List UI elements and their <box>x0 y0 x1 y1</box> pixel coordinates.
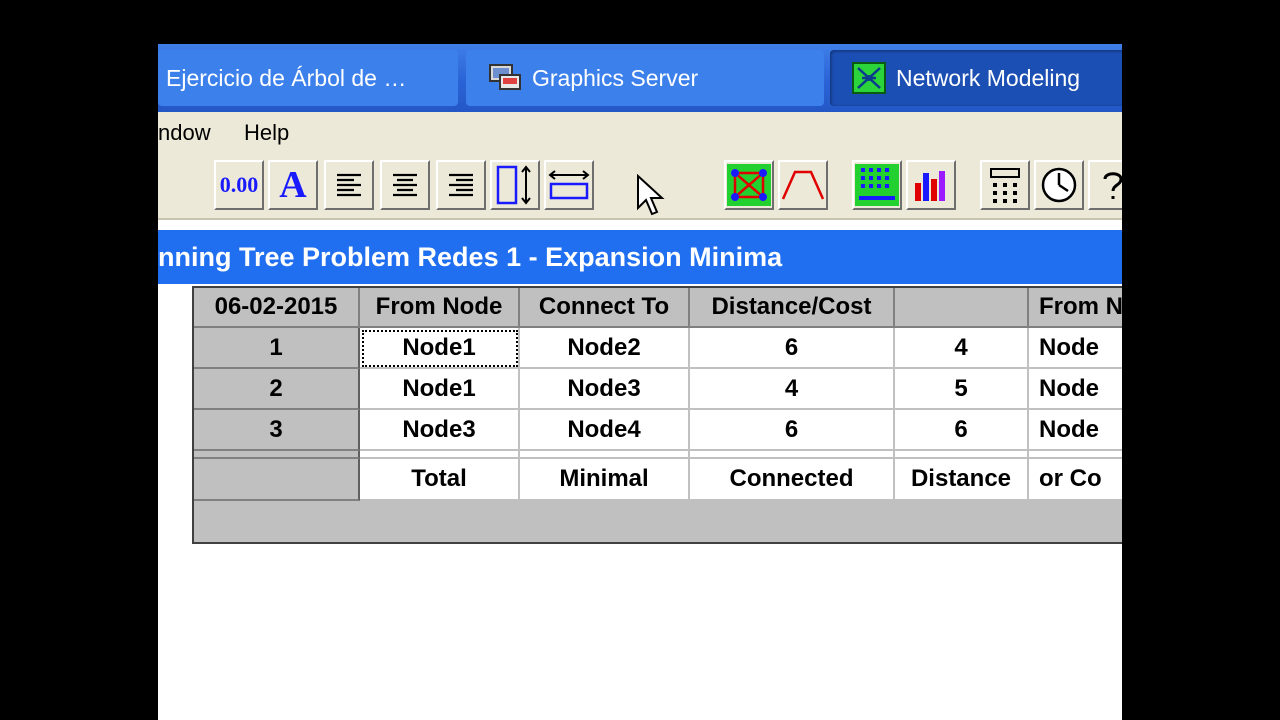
menu-item-window[interactable]: ndow <box>158 120 211 146</box>
font-a-icon: A <box>279 164 307 206</box>
help-button[interactable] <box>1088 160 1122 210</box>
network-modeling-icon <box>852 62 886 94</box>
align-left-icon <box>337 173 361 197</box>
grid-cell-r3-distance[interactable]: 6 <box>690 410 895 451</box>
grid-cell-r1-distance[interactable]: 6 <box>690 328 895 369</box>
number-format-button[interactable]: 0.00 <box>214 160 264 210</box>
font-button[interactable]: A <box>268 160 318 210</box>
row-header-total[interactable] <box>194 459 360 501</box>
grid-cell-r2-from-node[interactable]: Node1 <box>360 369 520 410</box>
column-header-distance-cost[interactable]: Distance/Cost <box>690 288 895 328</box>
taskbar-item-graphics-server[interactable]: Graphics Server <box>466 50 824 106</box>
grid-separator-cell <box>1029 451 1122 459</box>
network-graph-button[interactable] <box>724 160 774 210</box>
column-width-button[interactable] <box>544 160 594 210</box>
grid-cell-r2-connect-to[interactable]: Node3 <box>520 369 690 410</box>
grid-cell-r3-from-node[interactable]: Node3 <box>360 410 520 451</box>
grid-cell-r2-col5[interactable]: Node <box>1029 369 1122 410</box>
align-right-icon <box>449 173 473 197</box>
row-header-2[interactable]: 2 <box>194 369 360 410</box>
total-cell-or-cost[interactable]: or Co <box>1029 459 1122 501</box>
taskbar-item-label: Network Modeling <box>896 64 1081 91</box>
help-question-icon <box>1103 172 1122 199</box>
clock-icon <box>1041 167 1077 203</box>
column-header-connect-to[interactable]: Connect To <box>520 288 690 328</box>
taskbar: Ejercicio de Árbol de … Graphics Server … <box>158 44 1122 112</box>
grid-footer-area <box>194 501 1122 540</box>
grid-cell-r3-col4[interactable]: 6 <box>895 410 1029 451</box>
calculator-button[interactable] <box>980 160 1030 210</box>
grid-cell-r1-col4[interactable]: 4 <box>895 328 1029 369</box>
grid-separator-cell <box>690 451 895 459</box>
grid-cell-r3-col5[interactable]: Node <box>1029 410 1122 451</box>
total-cell-distance[interactable]: Distance <box>895 459 1029 501</box>
align-right-button[interactable] <box>436 160 486 210</box>
row-height-icon <box>496 165 531 205</box>
grid-cell-r2-col4[interactable]: 5 <box>895 369 1029 410</box>
bar-chart-button[interactable] <box>906 160 956 210</box>
calculator-icon <box>990 168 1020 203</box>
data-grid: 06-02-2015 From Node Connect To Distance… <box>192 286 1122 544</box>
grid-separator-cell <box>895 451 1029 459</box>
taskbar-item-label: Graphics Server <box>532 64 699 91</box>
column-width-icon <box>548 170 590 200</box>
taskbar-item-label: Ejercicio de Árbol de … <box>166 64 407 91</box>
network-graph-icon <box>727 164 771 206</box>
row-height-button[interactable] <box>490 160 540 210</box>
taskbar-item-ejercicio[interactable]: Ejercicio de Árbol de … <box>158 50 458 106</box>
total-cell-minimal[interactable]: Minimal <box>520 459 690 501</box>
grid-cell-r1-from-node[interactable]: Node1 <box>360 328 520 369</box>
graphics-server-icon <box>489 64 521 90</box>
align-center-icon <box>393 173 417 197</box>
number-format-label: 0.00 <box>219 172 259 197</box>
column-header-from-node[interactable]: From Node <box>360 288 520 328</box>
trapezoid-button[interactable] <box>778 160 828 210</box>
toolbar: 0.00 A <box>158 154 1122 220</box>
row-header-1[interactable]: 1 <box>194 328 360 369</box>
taskbar-item-network-modeling[interactable]: Network Modeling <box>830 50 1122 106</box>
document-title: nning Tree Problem Redes 1 - Expansion M… <box>158 242 783 272</box>
menu-item-help[interactable]: Help <box>244 120 289 146</box>
row-header-3[interactable]: 3 <box>194 410 360 451</box>
total-cell-connected[interactable]: Connected <box>690 459 895 501</box>
trapezoid-icon <box>781 170 825 200</box>
mouse-cursor-icon <box>637 174 665 216</box>
grid-cell-r2-distance[interactable]: 4 <box>690 369 895 410</box>
align-center-button[interactable] <box>380 160 430 210</box>
column-header-from-node-2[interactable]: From N <box>1029 288 1122 328</box>
menu-bar: ndow Help <box>158 112 1122 154</box>
clock-button[interactable] <box>1034 160 1084 210</box>
grid-separator-cell <box>520 451 690 459</box>
bar-chart-icon <box>915 171 945 201</box>
grid-cell-r3-connect-to[interactable]: Node4 <box>520 410 690 451</box>
grid-cell-r1-connect-to[interactable]: Node2 <box>520 328 690 369</box>
matrix-button[interactable] <box>852 160 902 210</box>
document-title-bar: nning Tree Problem Redes 1 - Expansion M… <box>158 230 1122 284</box>
grid-corner-date: 06-02-2015 <box>194 288 360 328</box>
application-window: Ejercicio de Árbol de … Graphics Server … <box>158 44 1122 720</box>
grid-separator-cell <box>360 451 520 459</box>
grid-cell-r1-col5[interactable]: Node <box>1029 328 1122 369</box>
total-cell-label[interactable]: Total <box>360 459 520 501</box>
matrix-icon <box>855 164 899 206</box>
column-header-blank[interactable] <box>895 288 1029 328</box>
row-header-separator <box>194 451 360 459</box>
align-left-button[interactable] <box>324 160 374 210</box>
